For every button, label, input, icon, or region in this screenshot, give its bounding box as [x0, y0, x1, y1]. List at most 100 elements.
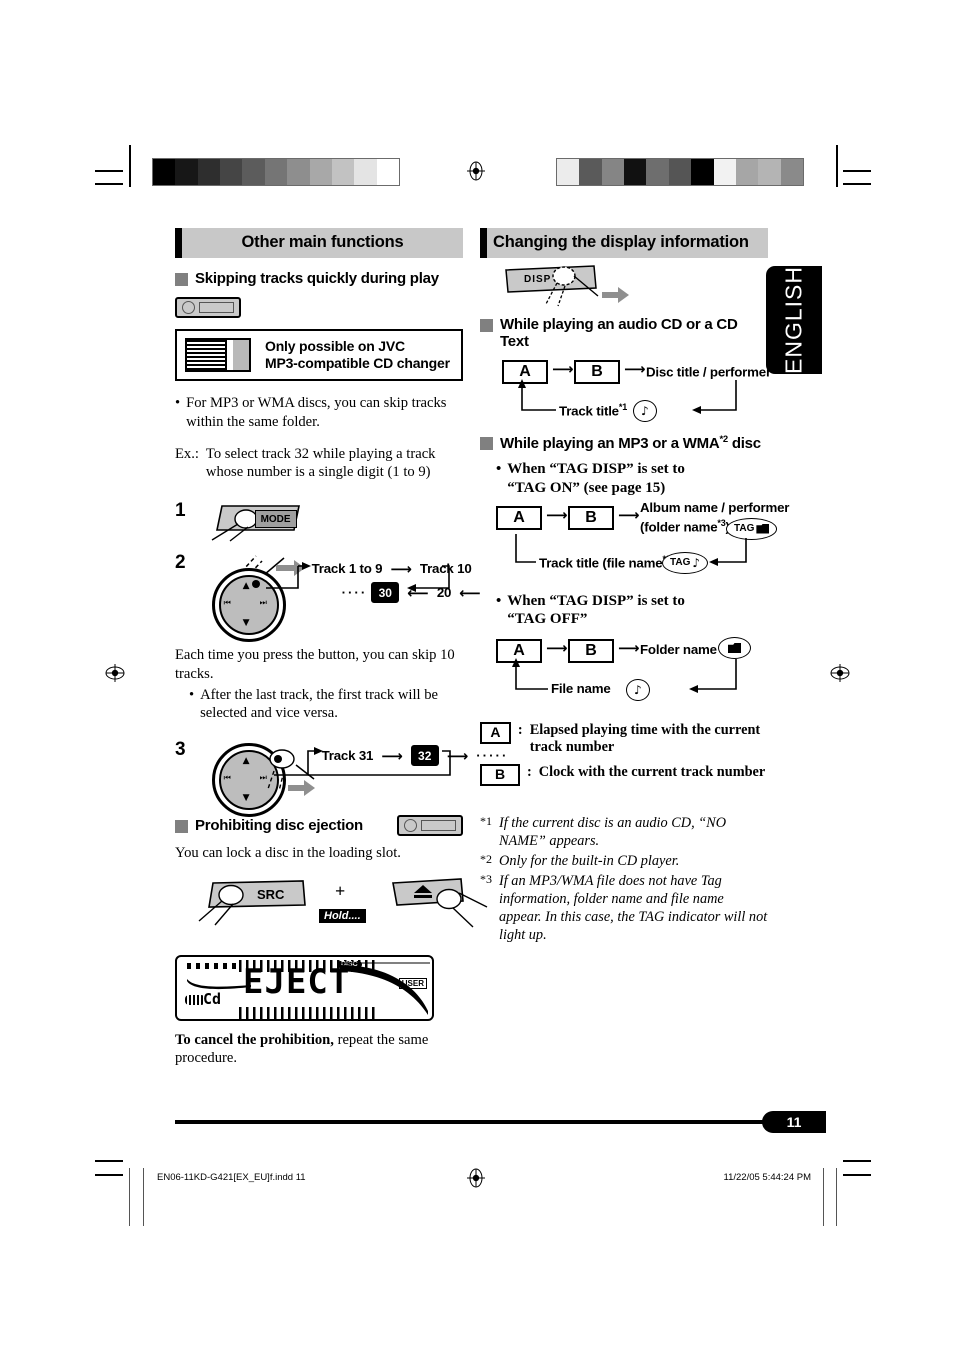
- calibration-swatch-9: [354, 159, 377, 185]
- mode-button-illustration: MODE: [204, 500, 314, 542]
- trim-line-right-1: [823, 1168, 824, 1226]
- calibration-swatch-0: [153, 159, 176, 185]
- calibration-swatch-1: [175, 159, 198, 185]
- crop-mark-top-left-h2: [95, 183, 123, 185]
- crop-mark-bottom-left-h: [95, 1160, 123, 1162]
- head-unit-screen-icon-2: [421, 820, 456, 832]
- lcd-wave-icon: [187, 978, 251, 989]
- registration-target-right: [830, 664, 850, 682]
- crop-mark-top-right-h2: [843, 183, 871, 185]
- cancel-prohibition-bold: To cancel the prohibition,: [175, 1031, 334, 1048]
- flow-track-31: Track 31: [321, 748, 374, 764]
- step-1-number: 1: [175, 500, 186, 522]
- language-side-tab-label: ENGLISH: [780, 266, 807, 374]
- dial-up-icon-2: ▲: [242, 756, 250, 767]
- head-unit-knob-icon: [182, 301, 195, 314]
- svg-text:SRC: SRC: [257, 887, 285, 902]
- bullet-square-icon-4: [480, 437, 493, 450]
- lcd-display-panel: DISC EJECT Cd DISC USER: [175, 954, 434, 1021]
- footnote-2-text: Only for the built-in CD player.: [499, 852, 680, 869]
- flow-track-30-badge: 30: [371, 582, 400, 604]
- legend-box-b: B: [480, 763, 520, 786]
- step-2-flow-row-bottom: ···· 30 ⟵ 20 ⟵: [342, 582, 485, 604]
- tag-on-bullet: • When “TAG DISP” is set to “TAG ON” (se…: [496, 460, 768, 498]
- flow-track-20: 20: [436, 585, 452, 601]
- footnote-1-text: If the current disc is an audio CD, “NO …: [499, 814, 727, 849]
- calibration-swatch-3: [220, 159, 243, 185]
- tag-off-flow-lines: [512, 658, 737, 693]
- lcd-user-indicator: USER: [398, 977, 427, 989]
- crop-mark-top-right-v: [836, 145, 838, 187]
- flow-track-32-badge: 32: [410, 745, 439, 767]
- lcd-main-text: EJECT: [243, 961, 351, 1002]
- footnote-2-mark: *2: [480, 851, 492, 866]
- flow-arrow-left-icon-2: ⟵: [459, 583, 481, 602]
- footnote-1-mark: *1: [480, 813, 492, 828]
- calibration-swatch-4: [646, 159, 669, 185]
- registration-target-top: [467, 161, 485, 181]
- legend-row-b: B : Clock with the current track number: [480, 763, 768, 786]
- tag-note-label: TAG: [670, 557, 691, 568]
- calibration-swatch-7: [309, 159, 332, 185]
- lcd-equalizer-icon: [185, 994, 205, 1005]
- calibration-bar-left: [152, 158, 400, 186]
- step-2-number: 2: [175, 552, 186, 574]
- calibration-bar-right: [556, 158, 804, 186]
- tag-off-text: When “TAG DISP” is set to “TAG OFF”: [507, 592, 685, 628]
- calibration-swatch-4: [242, 159, 265, 185]
- legend-text-a: Elapsed playing time with the current tr…: [529, 722, 761, 756]
- step-2-sub-bullet-text: After the last track, the first track wi…: [200, 686, 438, 722]
- legend-colon-b: :: [527, 763, 532, 780]
- footer-timestamp: 11/22/05 5:44:24 PM: [723, 1172, 812, 1183]
- registration-target-left: [105, 664, 125, 682]
- page-content: Other main functions Skipping tracks qui…: [175, 228, 789, 1128]
- mode-key-label: MODE: [260, 513, 291, 525]
- svg-text:DISP: DISP: [524, 274, 551, 285]
- flow-arrow-icon: ⟶: [390, 559, 412, 578]
- bullet-dot-3: •: [496, 461, 502, 477]
- legend-box-a: A: [480, 722, 511, 744]
- mp3-wma-bullet-text: For MP3 or WMA discs, you can skip track…: [186, 395, 447, 430]
- head-unit-screen-icon: [199, 302, 234, 313]
- calibration-swatch-0: [557, 159, 580, 185]
- dial-down-icon-2: ▼: [242, 793, 250, 804]
- subheading-skipping-tracks-label: Skipping tracks quickly during play: [195, 270, 439, 287]
- calibration-swatch-3: [624, 159, 647, 185]
- disp-button-illustration: DISP: [502, 262, 768, 314]
- calibration-swatch-2: [601, 159, 625, 185]
- trim-line-left-1: [129, 1168, 130, 1226]
- example-label: Ex.:: [175, 445, 199, 462]
- legend-row-a: A : Elapsed playing time with the curren…: [480, 722, 768, 757]
- audio-cd-flow-diagram: A ⟶ B ⟶ Disc title / performer*1 Track t…: [496, 358, 779, 434]
- footnote-3-mark: *3: [480, 871, 492, 886]
- footnote-2: *2 Only for the built-in CD player.: [480, 852, 768, 870]
- tag-on-text: When “TAG DISP” is set to “TAG ON” (see …: [507, 461, 685, 496]
- crop-mark-bottom-left-h2: [95, 1174, 123, 1176]
- head-unit-icon: [175, 297, 241, 318]
- step-2-description: Each time you press the button, you can …: [175, 647, 455, 683]
- lcd-cd-indicator: Cd: [203, 989, 222, 1008]
- cd-changer-icon: [185, 338, 251, 373]
- src-plus-eject-illustration: SRC + Hold....: [175, 871, 488, 943]
- section-header-changing-display: Changing the display information: [480, 228, 768, 258]
- footer-rule: [175, 1120, 825, 1124]
- calibration-swatch-2: [197, 159, 221, 185]
- crop-mark-bottom-right-h2: [843, 1174, 871, 1176]
- step-2-flow-row-top: Track 1 to 9 ⟶ Track 10: [312, 559, 472, 578]
- mode-key-cap[interactable]: MODE: [254, 510, 297, 529]
- calibration-swatch-8: [331, 159, 355, 185]
- flow-arrow-icon-4: ⟶: [446, 746, 469, 765]
- tag-off-bullet: • When “TAG DISP” is set to “TAG OFF”: [496, 592, 768, 630]
- subheading-prohibiting-disc-ejection-row: Prohibiting disc ejection: [175, 815, 463, 837]
- trim-line-left-2: [143, 1168, 144, 1226]
- tag-on-flow-lines: [515, 533, 747, 566]
- left-column: Other main functions Skipping tracks qui…: [175, 228, 506, 1068]
- bullet-dot-4: •: [496, 592, 502, 609]
- flow-track-title-file-name: Track title (file name*3): [536, 553, 678, 570]
- subheading-mp3-wma: While playing an MP3 or a WMA*2 disc: [480, 434, 768, 452]
- crop-mark-bottom-right-h: [843, 1160, 871, 1162]
- disp-button-finger-icon: DISP: [505, 265, 629, 307]
- step-2: 2 ▲ ▼ ⏮ ⏭ Track 1 to 9 ⟶ Track 10 ···· 3…: [175, 552, 481, 643]
- example-text: To select track 32 while playing a track…: [205, 445, 436, 481]
- calibration-swatch-1: [579, 159, 602, 185]
